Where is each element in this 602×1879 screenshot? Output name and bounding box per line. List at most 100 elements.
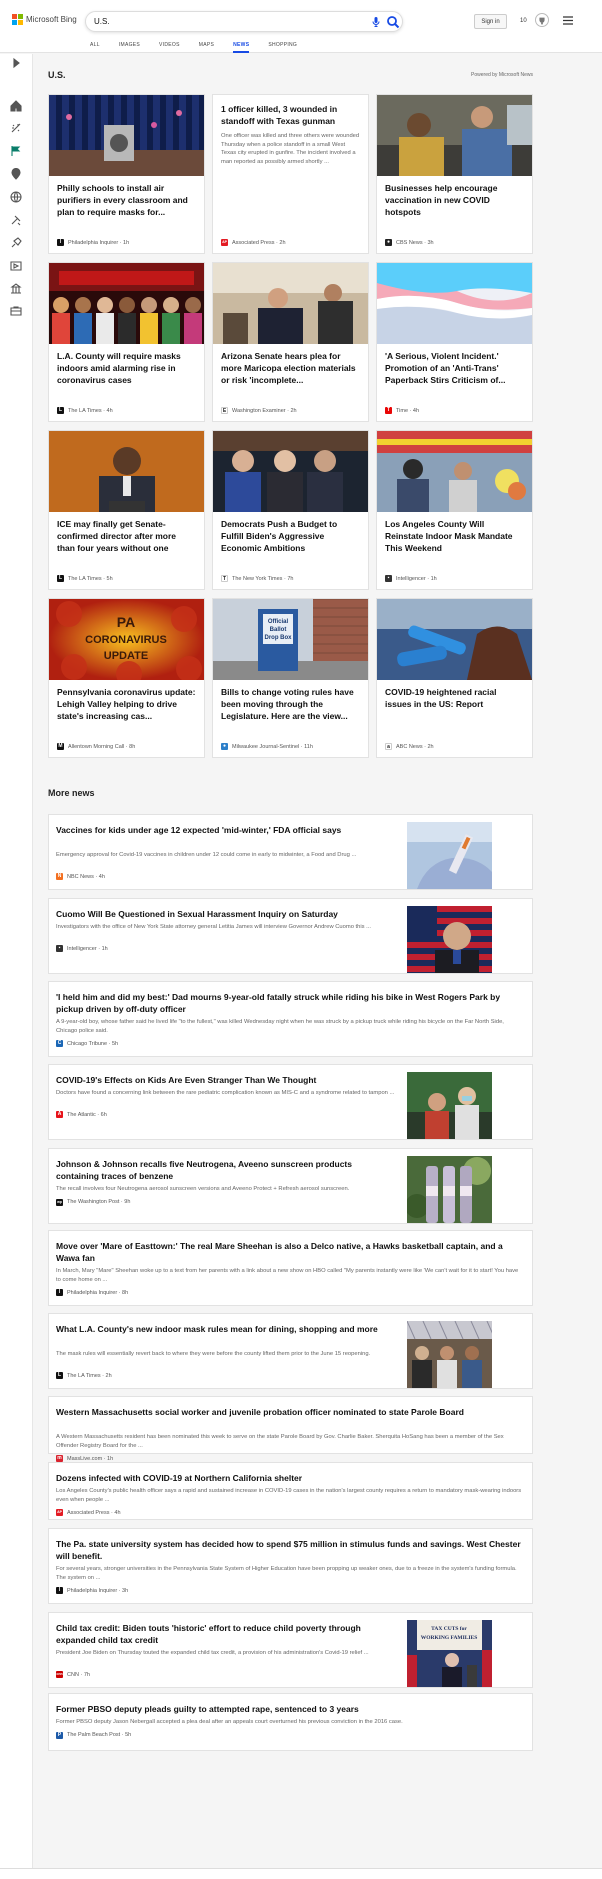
- more-news-title-link[interactable]: Dozens infected with COVID-19 at Norther…: [56, 1472, 524, 1484]
- more-news-item[interactable]: Cuomo Will Be Questioned in Sexual Haras…: [48, 898, 533, 974]
- more-news-item[interactable]: The Pa. state university system has deci…: [48, 1528, 533, 1604]
- news-card-title[interactable]: L.A. County will require masks indoors a…: [49, 344, 204, 399]
- more-news-item[interactable]: What L.A. County's new indoor mask rules…: [48, 1313, 533, 1389]
- more-news-thumbnail[interactable]: [407, 1072, 492, 1139]
- science-icon[interactable]: [10, 214, 22, 226]
- source-time: 3h: [122, 1587, 129, 1594]
- news-card-image[interactable]: [49, 431, 204, 512]
- news-card-image[interactable]: [213, 431, 368, 512]
- tab-maps[interactable]: MAPS: [199, 42, 214, 53]
- politics-icon[interactable]: [10, 283, 22, 295]
- more-news-title-link[interactable]: Western Massachusetts social worker and …: [56, 1406, 524, 1418]
- more-news-title-link[interactable]: 'I held him and did my best:' Dad mourns…: [56, 991, 524, 1015]
- top-stories-icon[interactable]: [10, 122, 22, 134]
- news-card-image[interactable]: [377, 95, 532, 176]
- rewards-points[interactable]: 10: [520, 18, 527, 24]
- tab-videos[interactable]: VIDEOS: [159, 42, 180, 53]
- expand-icon[interactable]: [10, 57, 22, 69]
- more-news-thumbnail[interactable]: TAX CUTS for WORKING FAMILIES: [407, 1620, 492, 1687]
- news-card[interactable]: 'A Serious, Violent Incident.' Promotion…: [376, 262, 533, 422]
- more-news-title-link[interactable]: Former PBSO deputy pleads guilty to atte…: [56, 1703, 524, 1715]
- world-icon[interactable]: [10, 191, 22, 203]
- business-icon[interactable]: [10, 305, 22, 317]
- news-card[interactable]: PA CORONAVIRUS UPDATE Pennsylvania coronavi…: [48, 598, 205, 758]
- news-card-image[interactable]: [377, 431, 532, 512]
- sign-in-button[interactable]: Sign in: [474, 14, 507, 29]
- bing-logo[interactable]: Microsoft Bing: [12, 14, 77, 25]
- news-card-title[interactable]: Businesses help encourage vaccination in…: [377, 176, 532, 231]
- news-card-image[interactable]: [49, 95, 204, 176]
- page-footer: [0, 1868, 602, 1879]
- news-card[interactable]: Official Ballot Drop Box Bills to change vo…: [212, 598, 369, 758]
- tab-images[interactable]: IMAGES: [119, 42, 140, 53]
- news-card-image[interactable]: Official Ballot Drop Box: [213, 599, 368, 680]
- news-card-source: E Washington Examiner · 2h: [221, 407, 297, 414]
- more-news-item[interactable]: Move over 'Mare of Easttown:' The real M…: [48, 1230, 533, 1306]
- news-card-title[interactable]: 1 officer killed, 3 wounded in standoff …: [213, 95, 368, 127]
- more-news-item[interactable]: Johnson & Johnson recalls five Neutrogen…: [48, 1148, 533, 1224]
- more-news-title-link[interactable]: Vaccines for kids under age 12 expected …: [56, 824, 396, 836]
- news-card[interactable]: Businesses help encourage vaccination in…: [376, 94, 533, 254]
- news-card-image[interactable]: [213, 263, 368, 344]
- news-card[interactable]: COVID-19 heightened racial issues in the…: [376, 598, 533, 758]
- more-news-item[interactable]: COVID-19's Effects on Kids Are Even Stra…: [48, 1064, 533, 1140]
- more-news-item[interactable]: Dozens infected with COVID-19 at Norther…: [48, 1462, 533, 1520]
- news-card-title[interactable]: Bills to change voting rules have been m…: [213, 680, 368, 735]
- more-news-thumbnail[interactable]: [407, 822, 492, 889]
- entertainment-icon[interactable]: [10, 260, 22, 272]
- news-card[interactable]: L.A. County will require masks indoors a…: [48, 262, 205, 422]
- technology-icon[interactable]: [10, 237, 22, 249]
- news-card[interactable]: 1 officer killed, 3 wounded in standoff …: [212, 94, 369, 254]
- more-news-title-link[interactable]: COVID-19's Effects on Kids Are Even Stra…: [56, 1074, 396, 1086]
- more-news-thumbnail[interactable]: [407, 1156, 492, 1223]
- more-news-item[interactable]: Vaccines for kids under age 12 expected …: [48, 814, 533, 890]
- news-card-title[interactable]: COVID-19 heightened racial issues in the…: [377, 680, 532, 735]
- more-news-item[interactable]: Former PBSO deputy pleads guilty to atte…: [48, 1693, 533, 1751]
- search-input[interactable]: [94, 17, 344, 26]
- news-card[interactable]: Democrats Push a Budget to Fulfill Biden…: [212, 430, 369, 590]
- more-news-item[interactable]: Western Massachusetts social worker and …: [48, 1396, 533, 1462]
- source-logo-icon: L: [57, 575, 64, 582]
- news-card[interactable]: Philly schools to install air purifiers …: [48, 94, 205, 254]
- news-card[interactable]: ICE may finally get Senate-confirmed dir…: [48, 430, 205, 590]
- more-news-source: P The Palm Beach Post · 5h: [56, 1731, 131, 1739]
- local-icon[interactable]: [10, 168, 22, 180]
- more-news-item[interactable]: Child tax credit: Biden touts 'historic'…: [48, 1612, 533, 1688]
- more-news-title-link[interactable]: The Pa. state university system has deci…: [56, 1538, 524, 1562]
- news-card-image[interactable]: PA CORONAVIRUS UPDATE: [49, 599, 204, 680]
- news-card-title[interactable]: Los Angeles County Will Reinstate Indoor…: [377, 512, 532, 567]
- news-card-image[interactable]: [377, 599, 532, 680]
- home-icon[interactable]: [10, 100, 22, 112]
- news-card-title[interactable]: Democrats Push a Budget to Fulfill Biden…: [213, 512, 368, 567]
- more-news-title-link[interactable]: Move over 'Mare of Easttown:' The real M…: [56, 1240, 524, 1264]
- search-icon[interactable]: [386, 15, 400, 29]
- news-card[interactable]: Arizona Senate hears plea for more Maric…: [212, 262, 369, 422]
- hamburger-menu-icon[interactable]: [563, 16, 573, 25]
- news-card-title[interactable]: Pennsylvania coronavirus update: Lehigh …: [49, 680, 204, 735]
- news-card-source: ● Milwaukee Journal-Sentinel · 11h: [221, 743, 313, 750]
- more-news-title-link[interactable]: What L.A. County's new indoor mask rules…: [56, 1323, 396, 1335]
- news-card-title[interactable]: Philly schools to install air purifiers …: [49, 176, 204, 231]
- rewards-trophy-icon[interactable]: [535, 13, 549, 27]
- source-logo-icon: I: [56, 1289, 63, 1296]
- more-news-title-link[interactable]: Child tax credit: Biden touts 'historic'…: [56, 1622, 396, 1646]
- more-news-title-link[interactable]: Cuomo Will Be Questioned in Sexual Haras…: [56, 908, 396, 920]
- more-news-item[interactable]: 'I held him and did my best:' Dad mourns…: [48, 981, 533, 1057]
- more-news-thumbnail[interactable]: [407, 1321, 492, 1388]
- news-card-title[interactable]: ICE may finally get Senate-confirmed dir…: [49, 512, 204, 567]
- news-card-title[interactable]: Arizona Senate hears plea for more Maric…: [213, 344, 368, 399]
- source-time: 2h: [427, 743, 434, 750]
- news-card-title[interactable]: 'A Serious, Violent Incident.' Promotion…: [377, 344, 532, 399]
- tab-shopping[interactable]: SHOPPING: [268, 42, 297, 53]
- news-card-image[interactable]: [377, 263, 532, 344]
- source-logo-icon: wp: [56, 1198, 63, 1206]
- more-news-title-link[interactable]: Johnson & Johnson recalls five Neutrogen…: [56, 1158, 396, 1182]
- more-news-thumbnail[interactable]: [407, 906, 492, 973]
- news-card[interactable]: Los Angeles County Will Reinstate Indoor…: [376, 430, 533, 590]
- news-card-image[interactable]: [49, 263, 204, 344]
- microphone-icon[interactable]: [370, 16, 382, 28]
- tab-news[interactable]: NEWS: [233, 42, 250, 53]
- us-flag-icon[interactable]: [10, 145, 22, 157]
- tab-all[interactable]: ALL: [90, 42, 100, 53]
- search-box[interactable]: [85, 11, 403, 32]
